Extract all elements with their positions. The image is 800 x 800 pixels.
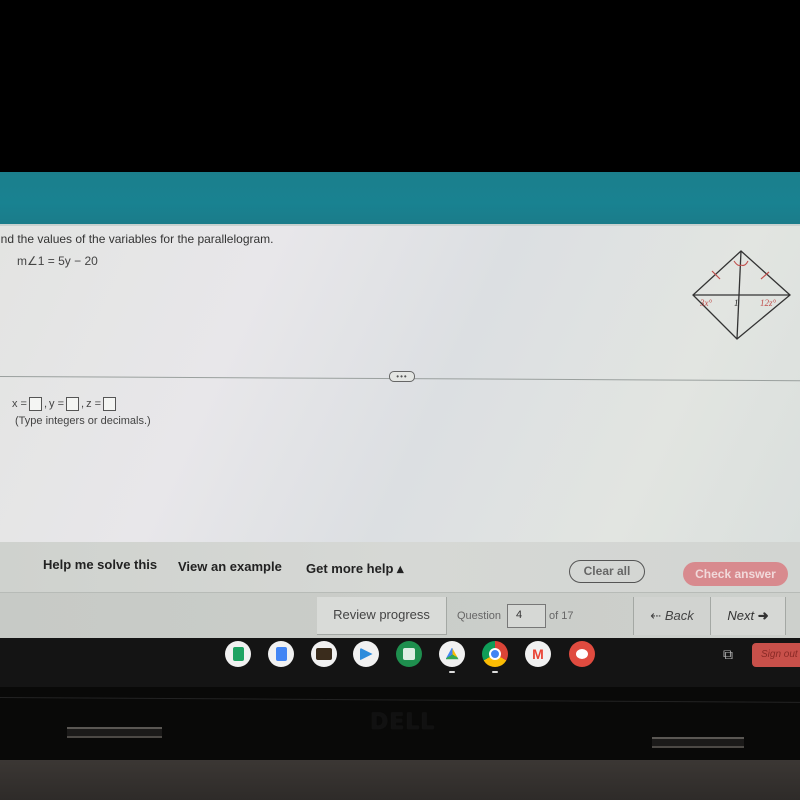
monitor-bezel-top — [0, 0, 800, 172]
back-button[interactable]: ⇠ Back — [633, 597, 711, 635]
google-drive-icon[interactable] — [439, 641, 465, 667]
next-label: Next — [727, 608, 755, 623]
canvas-paint-icon[interactable] — [569, 641, 595, 667]
answer-format-hint: (Type integers or decimals.) — [15, 415, 151, 427]
desk-surface — [0, 760, 800, 800]
separator: , — [81, 398, 85, 410]
angle-label-12z: 12z° — [760, 298, 777, 308]
separator: , — [43, 398, 48, 410]
rhombus-figure: 3x° 1 12z° — [692, 250, 791, 340]
chromeos-shelf: M ⧉ Sign out — [0, 638, 800, 687]
z-answer-input[interactable] — [103, 397, 117, 411]
help-me-solve-button[interactable]: Help me solve this — [43, 557, 157, 572]
hinge-left — [67, 727, 162, 738]
chrome-icon[interactable] — [482, 641, 508, 667]
kindle-icon[interactable] — [311, 641, 337, 667]
gmail-icon[interactable]: M — [525, 641, 551, 667]
screen: ind the values of the variables for the … — [0, 172, 800, 687]
help-bar: Help me solve this View an example Get m… — [0, 542, 800, 592]
question-instruction: ind the values of the variables for the … — [0, 232, 274, 246]
app-header-bar — [0, 172, 800, 226]
y-label: y = — [49, 398, 65, 410]
navigation-footer: Review progress Question 4 of 17 ⇠ Back … — [0, 592, 800, 638]
review-progress-button[interactable]: Review progress — [317, 597, 447, 635]
y-answer-input[interactable] — [66, 397, 80, 411]
divider-drag-handle[interactable]: ••• — [389, 371, 415, 382]
question-content: ind the values of the variables for the … — [0, 226, 800, 542]
google-sheets-icon[interactable] — [225, 641, 251, 667]
arrow-left-icon: ⇠ — [650, 608, 662, 623]
google-docs-icon[interactable] — [268, 641, 294, 667]
dell-logo: DELL — [370, 710, 436, 735]
screencastify-icon[interactable] — [353, 641, 379, 667]
answer-line: x = , y = , z = — [12, 397, 117, 411]
question-total: of 17 — [549, 610, 574, 622]
calculator-icon[interactable] — [396, 641, 422, 667]
back-label: Back — [664, 608, 694, 623]
x-answer-input[interactable] — [28, 397, 42, 411]
sign-out-button[interactable]: Sign out — [752, 643, 800, 667]
angle-label-3x: 3x° — [699, 298, 712, 308]
running-indicator — [449, 671, 455, 673]
check-answer-button[interactable]: Check answer — [683, 562, 788, 586]
clear-all-button[interactable]: Clear all — [569, 560, 645, 583]
given-equation: m∠1 = 5y − 20 — [17, 254, 98, 268]
angle-arc-right — [740, 260, 749, 267]
overview-windows-icon[interactable]: ⧉ — [719, 645, 737, 663]
arrow-right-icon: ➜ — [757, 608, 769, 623]
question-number-input[interactable]: 4 — [507, 604, 546, 628]
get-more-help-button[interactable]: Get more help ▴ — [306, 561, 404, 577]
angle-label-1: 1 — [734, 298, 739, 308]
z-label: z = — [86, 398, 102, 410]
view-example-button[interactable]: View an example — [178, 559, 282, 574]
hinge-right — [652, 737, 744, 748]
x-label: x = — [12, 398, 27, 410]
next-button[interactable]: Next ➜ — [711, 597, 786, 635]
question-label: Question — [457, 610, 502, 622]
running-indicator — [492, 671, 498, 673]
